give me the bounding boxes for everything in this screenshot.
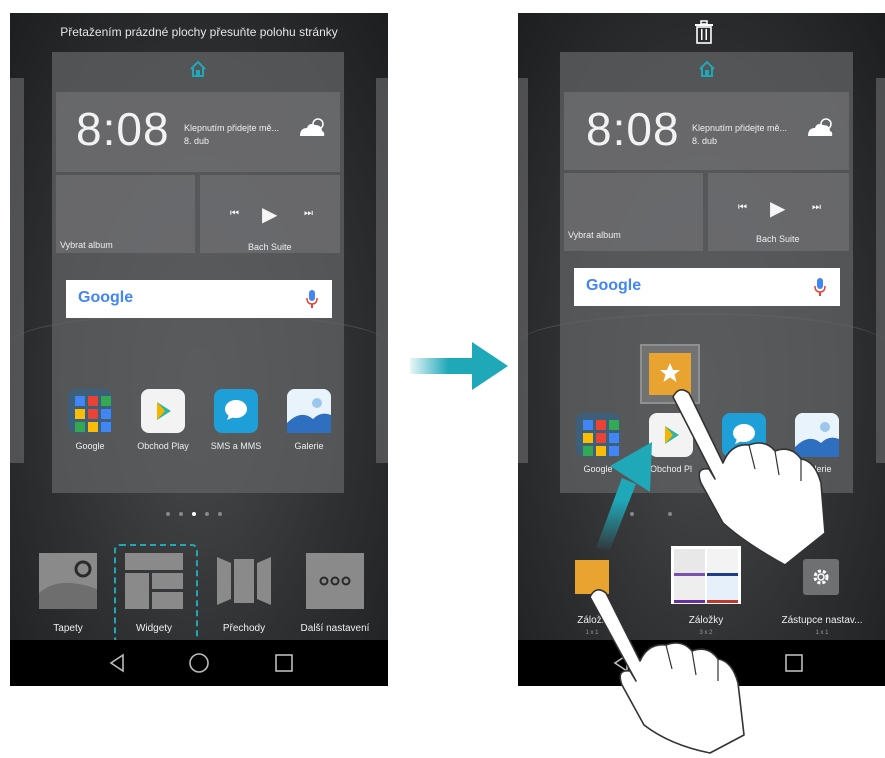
more-settings-icon[interactable]	[306, 553, 364, 609]
tool-label-transitions: Přechody	[222, 623, 266, 634]
app-label-google: Google	[75, 441, 105, 451]
google-search-bar[interactable]: Google	[66, 280, 332, 318]
track-name: Bach Suite	[756, 234, 800, 244]
page-dot[interactable]	[179, 512, 183, 516]
page-dot[interactable]	[166, 512, 170, 516]
weather-cloud-icon	[300, 118, 325, 136]
pointing-hand-icon	[672, 389, 826, 566]
home-icon[interactable]	[189, 60, 207, 78]
widget-label-settings-shortcut: Zástupce nastav...	[781, 615, 863, 626]
google-search-bar[interactable]: Google	[574, 268, 840, 306]
weather-text: Klepnutím přidejte mě... 8. dub	[692, 122, 787, 148]
weather-date: 8. dub	[692, 136, 718, 146]
gallery-icon[interactable]	[287, 389, 331, 433]
page-dot[interactable]	[205, 512, 209, 516]
album-label: Vybrat album	[60, 240, 113, 250]
app-label-gallery: Galerie	[294, 441, 324, 451]
home-page-card[interactable]: 8:08 Klepnutím přidejte mě... 8. dub Vyb…	[52, 52, 344, 493]
play-store-icon[interactable]	[141, 389, 185, 433]
drag-hint: Přetažením prázdné plochy přesuňte poloh…	[60, 25, 338, 39]
play-icon[interactable]: ▶	[770, 196, 785, 221]
chat-bubble-icon	[225, 400, 247, 420]
weather-prompt: Klepnutím přidejte mě...	[692, 123, 788, 133]
transition-arrow-icon	[410, 342, 508, 390]
next-track-icon[interactable]: ⏭	[812, 202, 821, 213]
tool-label-wallpaper: Tapety	[53, 623, 83, 634]
prev-track-icon[interactable]: ⏮	[738, 202, 747, 213]
google-folder-icon[interactable]	[68, 389, 112, 433]
pointing-hand-icon	[589, 589, 745, 754]
play-triangle-icon	[157, 402, 171, 420]
transitions-tool-icon[interactable]	[215, 553, 273, 609]
home-button-icon[interactable]	[188, 652, 210, 674]
app-label-sms: SMS a MMS	[210, 441, 262, 451]
google-logo: Google	[586, 277, 641, 295]
page-dot[interactable]	[218, 512, 222, 516]
google-logo: Google	[78, 289, 133, 307]
left-phone-screen: Přetažením prázdné plochy přesuňte poloh…	[10, 13, 388, 686]
recents-icon[interactable]	[783, 652, 805, 674]
page-dot-active[interactable]	[192, 512, 196, 516]
next-page-card[interactable]	[876, 78, 885, 463]
weather-cloud-icon	[808, 118, 833, 136]
prev-track-icon[interactable]: ⏮	[230, 208, 239, 219]
sms-app-icon[interactable]	[214, 389, 258, 433]
navigation-bar	[10, 640, 388, 686]
app-label-play: Obchod Play	[137, 441, 189, 451]
widgets-tool-icon[interactable]	[125, 553, 183, 609]
next-track-icon[interactable]: ⏭	[304, 208, 313, 219]
google-logo-text: Google	[586, 277, 642, 294]
play-icon[interactable]: ▶	[262, 202, 277, 227]
back-icon[interactable]	[106, 652, 128, 674]
recents-icon[interactable]	[273, 652, 295, 674]
widget-size-settings-shortcut: 1 x 1	[815, 630, 829, 636]
tool-label-widgets: Widgety	[135, 623, 173, 634]
drag-direction-arrow-icon	[596, 442, 652, 550]
next-page-card[interactable]	[376, 78, 388, 463]
clock-time: 8:08	[76, 103, 170, 155]
weather-prompt: Klepnutím přidejte mě...	[184, 123, 280, 133]
weather-text: Klepnutím přidejte mě... 8. dub	[184, 122, 279, 148]
track-name: Bach Suite	[248, 242, 292, 252]
prev-page-card[interactable]	[518, 78, 528, 463]
star-icon	[660, 363, 680, 382]
prev-page-card[interactable]	[10, 78, 24, 463]
album-label: Vybrat album	[568, 230, 621, 240]
trash-icon[interactable]	[694, 20, 714, 44]
wallpaper-tool-icon[interactable]	[39, 553, 97, 609]
weather-date: 8. dub	[184, 136, 210, 146]
page-indicator	[166, 512, 222, 516]
clock-time: 8:08	[586, 103, 680, 155]
home-icon[interactable]	[698, 60, 716, 78]
gear-icon	[813, 569, 829, 585]
google-logo-text: Google	[78, 289, 134, 306]
tool-label-more-settings: Další nastavení	[300, 623, 370, 634]
mic-icon[interactable]	[814, 278, 826, 296]
mic-icon[interactable]	[306, 290, 318, 308]
mountain-icon	[287, 389, 331, 433]
